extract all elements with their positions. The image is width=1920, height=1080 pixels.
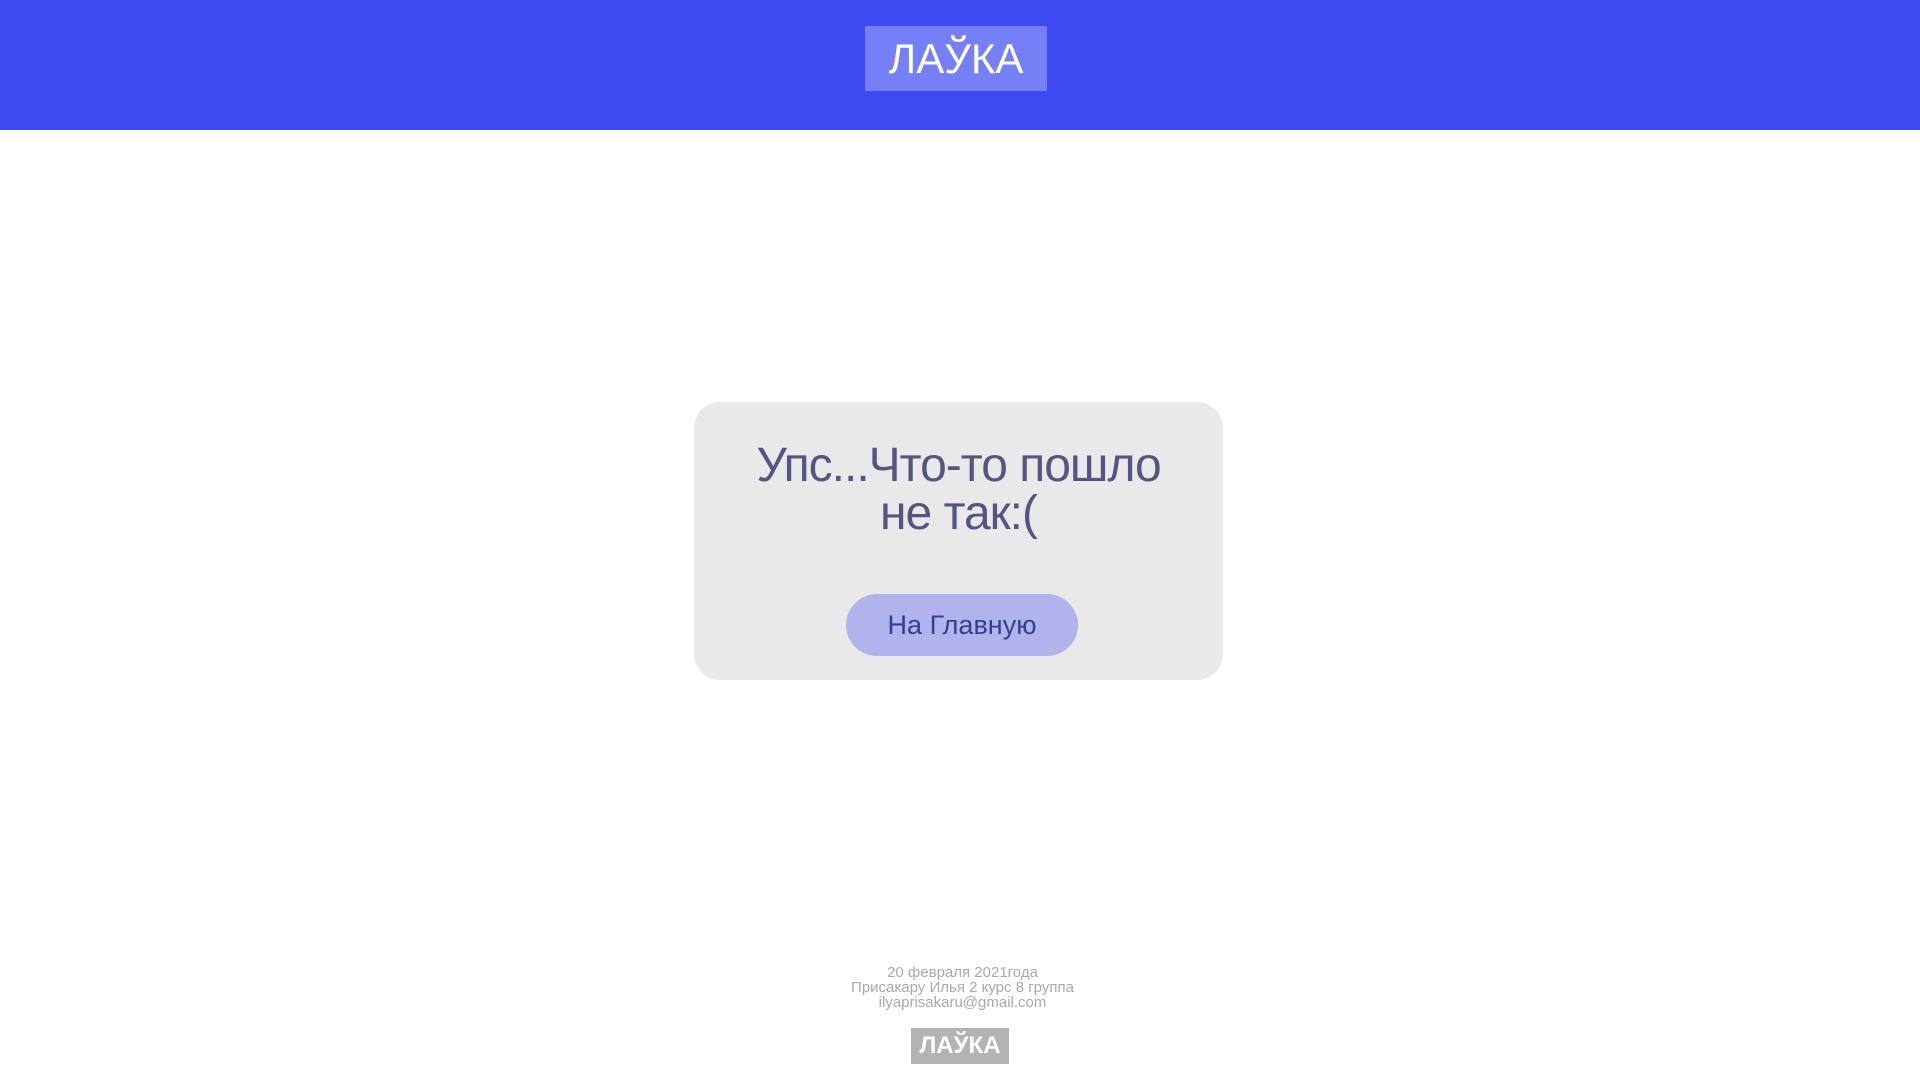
footer-date: 20 февраля 2021года xyxy=(887,964,1038,981)
footer-logo[interactable]: ЛАЎКА xyxy=(911,1028,1009,1064)
header-bar: ЛАЎКА xyxy=(0,0,1920,130)
error-message-line-2: не так:( xyxy=(880,487,1038,540)
error-card: Упс...Что-то пошло не так:( На Главную xyxy=(694,402,1223,680)
error-message-line-1: Упс...Что-то пошло xyxy=(756,439,1161,492)
footer-author: Присакару Илья 2 курс 8 группа xyxy=(851,979,1074,996)
error-message: Упс...Что-то пошло не так:( xyxy=(694,442,1223,538)
footer-info: 20 февраля 2021года Присакару Илья 2 кур… xyxy=(760,965,1165,1010)
home-button[interactable]: На Главную xyxy=(846,594,1078,656)
header-logo[interactable]: ЛАЎКА xyxy=(865,26,1047,91)
footer-email: ilyaprisakaru@gmail.com xyxy=(878,994,1047,1011)
